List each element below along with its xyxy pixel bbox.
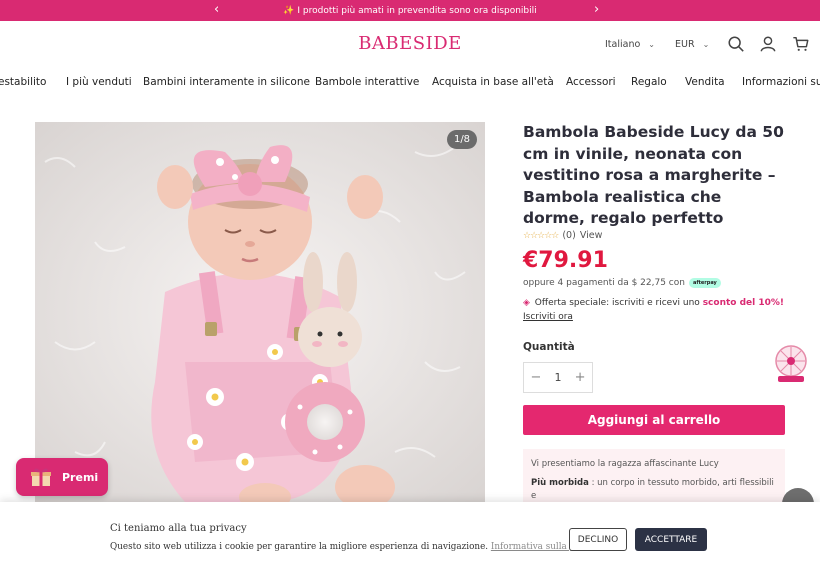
gem-icon: ◈ — [523, 298, 530, 308]
quantity-value[interactable]: 1 — [555, 371, 562, 384]
currency-label: EUR — [675, 39, 695, 50]
cookie-text: Questo sito web utilizza i cookie per ga… — [110, 542, 602, 552]
product-price: €79.91 — [523, 248, 608, 273]
product-info: Bambola Babeside Lucy da 50 cm in vinile… — [523, 122, 785, 509]
main-nav: estabilito I più venduti Bambini interam… — [0, 70, 820, 96]
currency-selector[interactable]: EUR ⌄ — [675, 39, 709, 50]
language-label: Italiano — [605, 39, 641, 50]
gift-icon — [31, 468, 51, 486]
rewards-button[interactable]: Premi — [16, 458, 108, 496]
nav-item-interactive[interactable]: Bambole interattive — [315, 76, 419, 88]
add-to-cart-button[interactable]: Aggiungi al carrello — [523, 405, 785, 435]
nav-item-accessories[interactable]: Accessori — [566, 76, 616, 88]
language-selector[interactable]: Italiano ⌄ — [605, 39, 655, 50]
nav-item-sale[interactable]: Vendita — [685, 76, 725, 88]
cookie-title: Ci teniamo alla tua privacy — [110, 523, 247, 534]
rating-stars-icon: ☆☆☆☆☆ — [523, 230, 559, 241]
product-description: Vi presentiamo la ragazza affascinante L… — [523, 449, 785, 509]
spin-to-win-icon[interactable] — [774, 345, 808, 383]
quantity-label: Quantità — [523, 341, 575, 353]
nav-item-bestsellers[interactable]: I più venduti — [66, 76, 132, 88]
special-offer: ◈ Offerta speciale: iscriviti e ricevi u… — [523, 297, 785, 324]
quantity-stepper: − 1 + — [523, 362, 593, 393]
decline-button[interactable]: DECLINO — [569, 528, 627, 551]
site-header: BABESIDE Italiano ⌄ EUR ⌄ — [0, 21, 820, 67]
nav-item-by-age[interactable]: Acquista in base all'età — [432, 76, 554, 88]
nav-item-gift[interactable]: Regalo — [631, 76, 667, 88]
announcement-prev-button[interactable]: ‹ — [214, 2, 219, 18]
offer-text: Offerta speciale: iscriviti e ricevi uno — [534, 298, 700, 308]
accept-button[interactable]: ACCETTARE — [635, 528, 707, 551]
announcement-text: ✨ I prodotti più amati in prevendita son… — [283, 5, 537, 16]
product-title: Bambola Babeside Lucy da 50 cm in vinile… — [523, 123, 784, 227]
review-count: (0) — [562, 230, 576, 241]
description-feature-label: Più morbida — [531, 478, 589, 488]
nav-item-silicone[interactable]: Bambini interamente in silicone — [143, 76, 310, 88]
search-icon[interactable] — [727, 35, 745, 53]
rewards-label: Premi — [62, 470, 99, 484]
quantity-increase-button[interactable]: + — [575, 370, 586, 385]
announcement-next-button[interactable]: › — [594, 2, 599, 18]
cart-icon[interactable] — [792, 35, 810, 53]
nav-item-estabilito[interactable]: estabilito — [0, 76, 46, 88]
installments-text: oppure 4 pagamenti da $ 22,75 con — [523, 278, 685, 288]
cookie-banner: Ci teniamo alla tua privacy Questo sito … — [0, 502, 820, 577]
announcement-bar: ‹ ✨ I prodotti più amati in prevendita s… — [0, 0, 820, 21]
chevron-down-icon: ⌄ — [702, 40, 710, 49]
afterpay-logo[interactable]: afterpay — [688, 278, 721, 288]
view-reviews-link[interactable]: View — [580, 230, 603, 241]
chevron-down-icon: ⌄ — [648, 40, 655, 49]
account-icon[interactable] — [759, 35, 777, 53]
subscribe-link[interactable]: Iscriviti ora — [523, 312, 573, 322]
cookie-message: Questo sito web utilizza i cookie per ga… — [110, 542, 489, 552]
product-image[interactable] — [35, 122, 485, 502]
description-intro: Vi presentiamo la ragazza affascinante L… — [531, 459, 719, 469]
quantity-decrease-button[interactable]: − — [531, 370, 542, 385]
offer-highlight: sconto del 10%! — [702, 298, 784, 308]
gallery-counter: 1/8 — [447, 130, 477, 149]
installments-info: oppure 4 pagamenti da $ 22,75 con afterp… — [523, 278, 721, 288]
nav-item-about[interactable]: Informazioni su l — [742, 76, 820, 88]
product-rating: ☆☆☆☆☆ (0) View — [523, 230, 602, 241]
